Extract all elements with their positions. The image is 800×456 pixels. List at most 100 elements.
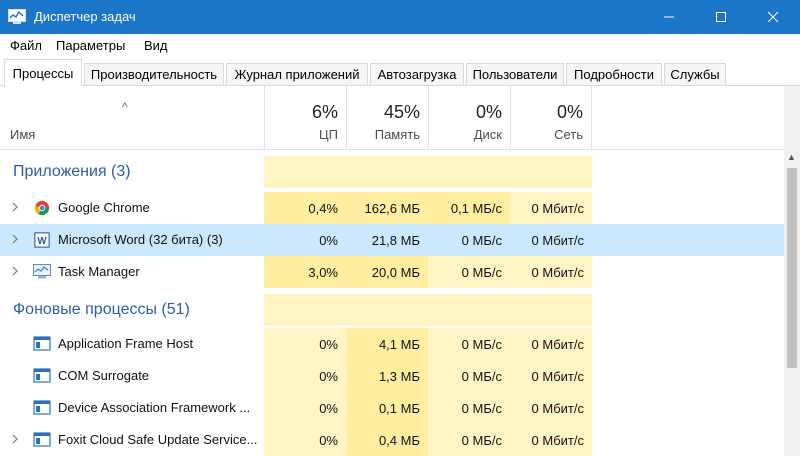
column-name-header[interactable]: Имя: [10, 127, 35, 142]
process-list: Приложения (3) Google Chrome 0,4% 162,6 …: [0, 150, 784, 456]
table-row[interactable]: Foxit Cloud Safe Update Service... 0% 0,…: [0, 424, 784, 456]
table-row[interactable]: Task Manager 3,0% 20,0 МБ 0 МБ/с 0 Мбит/…: [0, 256, 784, 288]
memory-cell: 162,6 МБ: [346, 192, 428, 224]
minimize-icon: [664, 16, 674, 18]
chevron-right-icon[interactable]: [10, 233, 20, 245]
task-manager-icon: [33, 264, 51, 279]
cpu-cell: 0%: [264, 392, 346, 424]
minimize-button[interactable]: [646, 0, 692, 34]
network-cell-empty: [510, 156, 592, 188]
tab-performance[interactable]: Производительность: [84, 63, 224, 85]
network-cell: 0 Мбит/с: [510, 392, 592, 424]
task-manager-app-icon: [8, 9, 26, 25]
disk-cell: 0,1 МБ/с: [428, 192, 510, 224]
window-process-icon: [33, 368, 51, 383]
disk-cell: 0 МБ/с: [428, 328, 510, 360]
tab-processes[interactable]: Процессы: [4, 59, 82, 86]
process-name: Device Association Framework ...: [58, 400, 251, 415]
column-header: ^ Имя 6% ЦП 45% Память 0% Диск 0% Сеть: [0, 86, 784, 150]
menu-bar: Файл Параметры Вид: [0, 34, 800, 58]
cpu-cell: 0%: [264, 224, 346, 256]
table-row[interactable]: Google Chrome 0,4% 162,6 МБ 0,1 МБ/с 0 М…: [0, 192, 784, 224]
disk-column-label: Диск: [473, 127, 502, 142]
table-row-selected[interactable]: W Microsoft Word (32 бита) (3) 0% 21,8 М…: [0, 224, 784, 256]
chevron-right-icon[interactable]: [10, 433, 20, 445]
network-cell-empty: [510, 294, 592, 326]
cpu-total-percent: 6%: [311, 102, 338, 122]
column-network-header[interactable]: 0% Сеть: [510, 86, 592, 150]
memory-cell: 1,3 МБ: [346, 360, 428, 392]
disk-cell: 0 МБ/с: [428, 360, 510, 392]
memory-cell: 0,1 МБ: [346, 392, 428, 424]
cpu-cell-empty: [264, 156, 346, 188]
table-row[interactable]: Device Association Framework ... 0% 0,1 …: [0, 392, 784, 424]
chevron-right-icon[interactable]: [10, 265, 20, 277]
network-cell: 0 Мбит/с: [510, 424, 592, 456]
network-cell: 0 Мбит/с: [510, 360, 592, 392]
close-icon: [767, 11, 779, 23]
memory-cell: 0,4 МБ: [346, 424, 428, 456]
title-bar: Диспетчер задач: [0, 0, 800, 34]
chrome-icon: [34, 200, 50, 216]
process-name: Google Chrome: [58, 200, 150, 215]
process-name: COM Surrogate: [58, 368, 150, 383]
disk-cell: 0 МБ/с: [428, 256, 510, 288]
window-process-icon: [33, 432, 51, 447]
group-header-apps[interactable]: Приложения (3): [0, 156, 784, 188]
tab-startup[interactable]: Автозагрузка: [370, 63, 464, 85]
tab-app-history[interactable]: Журнал приложений: [226, 63, 368, 85]
cpu-cell: 0,4%: [264, 192, 346, 224]
window-process-icon: [33, 400, 51, 415]
memory-total-percent: 45%: [383, 102, 420, 122]
group-header-background[interactable]: Фоновые процессы (51): [0, 294, 784, 326]
column-disk-header[interactable]: 0% Диск: [428, 86, 510, 150]
chevron-right-icon[interactable]: [10, 201, 20, 213]
column-cpu-header[interactable]: 6% ЦП: [264, 86, 346, 150]
window-process-icon: [33, 336, 51, 351]
network-cell: 0 Мбит/с: [510, 192, 592, 224]
tab-strip: Процессы Производительность Журнал прило…: [0, 58, 800, 86]
word-icon: W: [34, 232, 50, 248]
table-row[interactable]: COM Surrogate 0% 1,3 МБ 0 МБ/с 0 Мбит/с: [0, 360, 784, 392]
memory-cell: 4,1 МБ: [346, 328, 428, 360]
close-button[interactable]: [750, 0, 796, 34]
svg-text:W: W: [37, 236, 47, 247]
network-column-label: Сеть: [554, 127, 583, 142]
menu-options[interactable]: Параметры: [56, 38, 125, 53]
cpu-cell: 3,0%: [264, 256, 346, 288]
tab-services[interactable]: Службы: [664, 63, 726, 85]
process-name: Application Frame Host: [58, 336, 194, 351]
scroll-up-arrow-icon[interactable]: ▲: [787, 152, 796, 162]
vertical-scrollbar[interactable]: ▲: [784, 86, 800, 456]
network-cell: 0 Мбит/с: [510, 256, 592, 288]
disk-total-percent: 0%: [475, 102, 502, 122]
scrollbar-thumb[interactable]: [787, 168, 797, 368]
group-title-background: Фоновые процессы (51): [13, 301, 190, 318]
cpu-cell: 0%: [264, 424, 346, 456]
process-name: Task Manager: [58, 264, 140, 279]
process-name: Foxit Cloud Safe Update Service...: [58, 432, 258, 447]
window-title: Диспетчер задач: [34, 9, 136, 24]
tab-details[interactable]: Подробности: [566, 63, 662, 85]
cpu-column-label: ЦП: [319, 127, 338, 142]
disk-cell: 0 МБ/с: [428, 224, 510, 256]
disk-cell-empty: [428, 294, 510, 326]
memory-cell: 20,0 МБ: [346, 256, 428, 288]
menu-view[interactable]: Вид: [144, 38, 168, 53]
disk-cell: 0 МБ/с: [428, 424, 510, 456]
maximize-button[interactable]: [698, 0, 744, 34]
memory-cell-empty: [346, 156, 428, 188]
group-title-apps: Приложения (3): [13, 163, 131, 180]
table-row[interactable]: Application Frame Host 0% 4,1 МБ 0 МБ/с …: [0, 328, 784, 360]
network-total-percent: 0%: [556, 102, 583, 122]
memory-cell: 21,8 МБ: [346, 224, 428, 256]
tab-users[interactable]: Пользователи: [466, 63, 564, 85]
cpu-cell: 0%: [264, 328, 346, 360]
column-memory-header[interactable]: 45% Память: [346, 86, 428, 150]
network-cell: 0 Мбит/с: [510, 328, 592, 360]
disk-cell-empty: [428, 156, 510, 188]
menu-file[interactable]: Файл: [10, 38, 42, 53]
process-name: Microsoft Word (32 бита) (3): [58, 232, 223, 247]
maximize-icon: [716, 12, 726, 22]
disk-cell: 0 МБ/с: [428, 392, 510, 424]
